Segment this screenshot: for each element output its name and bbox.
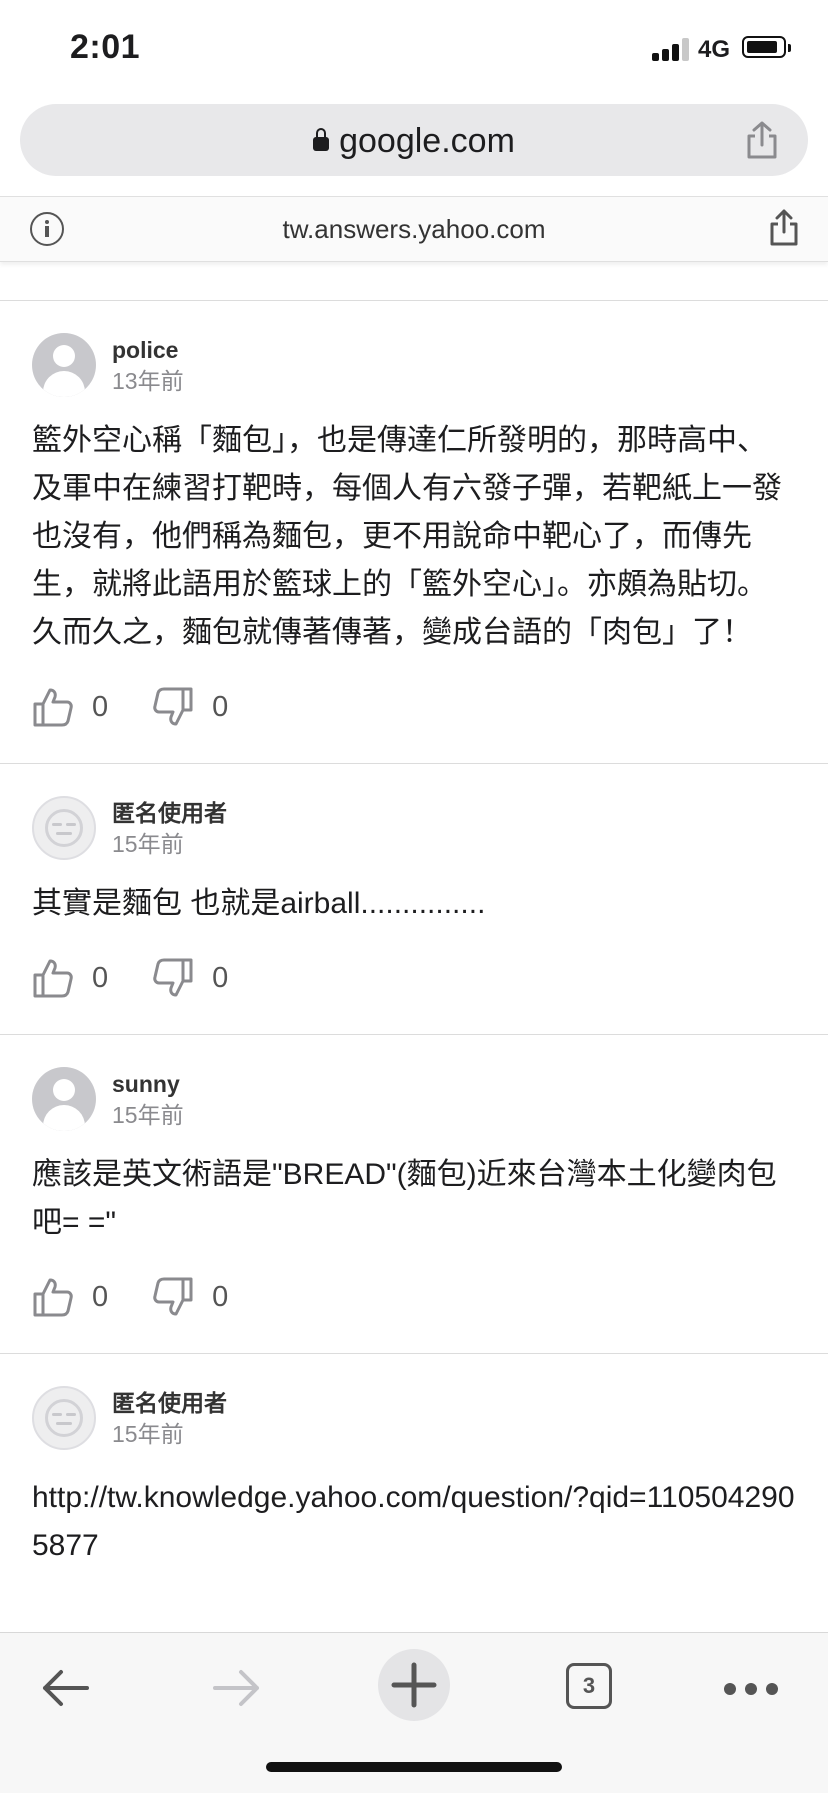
answer-time: 15年前 — [112, 1421, 184, 1447]
thumbs-up-icon — [33, 688, 73, 727]
network-type: 4G — [698, 36, 731, 63]
answer-text: http://tw.knowledge.yahoo.com/question/?… — [32, 1481, 795, 1562]
answer-item: police 13年前 籃外空心稱「麵包」，也是傳達仁所發明的，那時高中、及軍中… — [0, 301, 828, 764]
battery-icon — [742, 36, 791, 58]
like-count: 0 — [92, 961, 109, 994]
thumbs-down-button[interactable]: 0 — [152, 686, 228, 728]
author-name: 匿名使用者 — [112, 1390, 227, 1416]
anonymous-avatar-icon[interactable] — [32, 1386, 96, 1450]
like-count: 0 — [92, 1280, 109, 1313]
dislike-count: 0 — [212, 961, 229, 994]
forward-button[interactable] — [202, 1653, 272, 1723]
url-display[interactable]: google.com — [20, 122, 808, 161]
answer-text: 其實是麵包 也就是airball............... — [32, 887, 486, 920]
amp-source-domain[interactable]: tw.answers.yahoo.com — [0, 214, 828, 245]
signal-strength-icon — [652, 37, 692, 61]
thumbs-up-icon — [33, 1278, 73, 1317]
answer-text: 籃外空心稱「麵包」，也是傳達仁所發明的，那時高中、及軍中在練習打靶時，每個人有六… — [32, 424, 782, 649]
answer-time: 15年前 — [112, 1102, 184, 1128]
new-search-button[interactable] — [378, 1649, 450, 1721]
thumbs-down-icon — [153, 687, 193, 726]
author-name[interactable]: police — [112, 335, 184, 365]
thumbs-up-button[interactable]: 0 — [32, 686, 108, 728]
vote-bar: 0 0 — [32, 956, 796, 1000]
status-bar: 2:01 4G — [0, 0, 828, 96]
thumbs-up-button[interactable]: 0 — [32, 957, 108, 999]
home-indicator[interactable] — [266, 1762, 562, 1772]
author-name[interactable]: sunny — [112, 1069, 184, 1099]
vote-bar: 0 0 — [32, 1275, 796, 1319]
address-bar[interactable]: google.com — [20, 104, 808, 176]
plus-icon — [391, 1662, 437, 1708]
answer-time: 15年前 — [112, 831, 184, 857]
thumbs-down-button[interactable]: 0 — [152, 1276, 228, 1318]
thumbs-down-icon — [153, 1277, 193, 1316]
answer-author: 匿名使用者 15年前 — [32, 1386, 796, 1452]
status-time: 2:01 — [70, 28, 141, 66]
share-icon[interactable] — [744, 120, 780, 160]
answer-author: 匿名使用者 15年前 — [32, 796, 796, 862]
author-name: 匿名使用者 — [112, 800, 227, 826]
answer-author: sunny 15年前 — [32, 1067, 796, 1133]
back-button[interactable] — [30, 1653, 100, 1723]
answer-author: police 13年前 — [32, 333, 796, 399]
thumbs-down-icon — [153, 958, 193, 997]
answer-item: 匿名使用者 15年前 http://tw.knowledge.yahoo.com… — [0, 1354, 828, 1604]
url-text: google.com — [339, 122, 515, 160]
answer-item: 匿名使用者 15年前 其實是麵包 也就是airball.............… — [0, 764, 828, 1035]
lock-icon — [313, 128, 330, 151]
answer-item: sunny 15年前 應該是英文術語是"BREAD"(麵包)近來台灣本土化變肉包… — [0, 1035, 828, 1354]
arrow-right-icon — [213, 1670, 259, 1706]
amp-header: tw.answers.yahoo.com — [0, 196, 828, 262]
answer-time: 13年前 — [112, 368, 184, 394]
answer-text: 應該是英文術語是"BREAD"(麵包)近來台灣本土化變肉包吧= =" — [32, 1158, 777, 1239]
thumbs-up-button[interactable]: 0 — [32, 1276, 108, 1318]
answers-list: police 13年前 籃外空心稱「麵包」，也是傳達仁所發明的，那時高中、及軍中… — [0, 262, 828, 1604]
more-menu-button[interactable] — [724, 1683, 787, 1695]
dislike-count: 0 — [212, 1280, 229, 1313]
arrow-left-icon — [43, 1670, 89, 1706]
thumbs-down-button[interactable]: 0 — [152, 957, 228, 999]
previous-answer-footer — [0, 262, 828, 301]
tabs-button[interactable]: 3 — [566, 1663, 612, 1709]
user-avatar-icon[interactable] — [32, 1067, 96, 1131]
share-icon[interactable] — [768, 209, 800, 247]
user-avatar-icon[interactable] — [32, 333, 96, 397]
like-count: 0 — [92, 690, 109, 723]
vote-bar: 0 0 — [32, 685, 796, 729]
thumbs-up-icon — [33, 959, 73, 998]
anonymous-avatar-icon[interactable] — [32, 796, 96, 860]
dislike-count: 0 — [212, 690, 229, 723]
